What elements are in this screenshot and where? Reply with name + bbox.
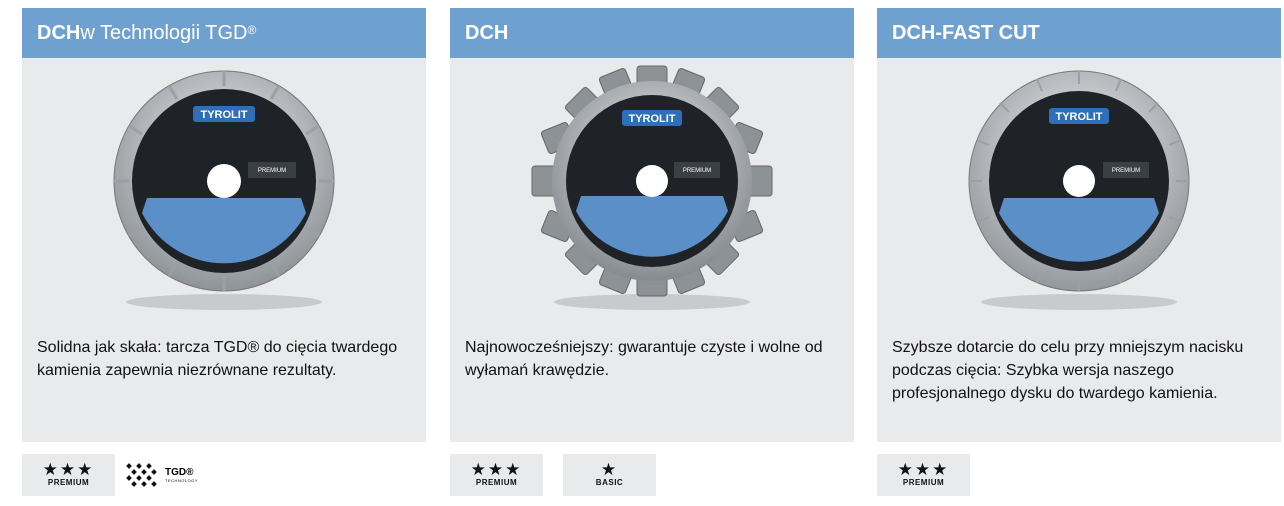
card-body: TYROLIT PREMIUM Solidna jak skała: tarcz… [22, 58, 426, 442]
card-title-bold: DCH [465, 21, 509, 44]
disc-shadow [126, 294, 322, 310]
tgd-label: TGD® [165, 466, 194, 478]
tier-label: PREMIUM [47, 478, 90, 487]
disc-brand-text: TYROLIT [1055, 111, 1102, 123]
star-rating: ★★★ [470, 460, 523, 479]
card-title-bold: DCH-FAST CUT [892, 21, 1040, 44]
product-card-dch-tgd[interactable]: DCH w Technologii TGD ® TYROLIT PREMIUM [22, 8, 426, 506]
disc-arbor-hole [207, 164, 241, 198]
product-disc-image: TYROLIT PREMIUM [113, 70, 335, 310]
badge-row: ★★★ PREMIUM ★ BASIC [450, 454, 854, 506]
product-description: Solidna jak skała: tarcza TGD® do cięcia… [37, 339, 398, 379]
card-title-rest: w Technologii TGD [80, 21, 248, 44]
disc-arbor-hole [1063, 165, 1095, 197]
disc-tier-text: PREMIUM [683, 168, 711, 174]
product-card-dch[interactable]: DCH TYROLIT PREMIUM Najnowocześniejszy: … [450, 8, 854, 506]
disc-tier-text: PREMIUM [258, 168, 286, 174]
card-body: TYROLIT PREMIUM Najnowocześniejszy: gwar… [450, 58, 854, 442]
tier-label: PREMIUM [475, 478, 518, 487]
badge-row: ★★★ PREMIUM TGD® TECHNOLOGY [22, 454, 426, 506]
tgd-sublabel: TECHNOLOGY [165, 477, 199, 483]
disc-arbor-hole [636, 165, 668, 197]
premium-badge: ★★★ PREMIUM [450, 454, 543, 496]
star-rating: ★★★ [42, 460, 95, 479]
product-description: Najnowocześniejszy: gwarantuje czyste i … [465, 339, 823, 379]
product-disc-image: TYROLIT PREMIUM [968, 70, 1190, 310]
product-description: Szybsze dotarcie do celu przy mniejszym … [892, 339, 1244, 402]
product-card-dch-fast-cut[interactable]: DCH-FAST CUT TYROLIT PREMIUM Szybsze dot… [877, 8, 1281, 506]
card-body: TYROLIT PREMIUM Szybsze dotarcie do celu… [877, 58, 1281, 442]
tier-label: BASIC [595, 478, 624, 487]
registered-mark: ® [247, 23, 257, 37]
tgd-pattern-icon [126, 463, 157, 487]
card-header[interactable]: DCH [450, 8, 854, 58]
tgd-technology-badge: TGD® TECHNOLOGY [125, 454, 235, 496]
disc-tier-text: PREMIUM [1112, 168, 1140, 174]
product-disc-image: TYROLIT PREMIUM [531, 65, 773, 310]
card-title-bold: DCH [37, 21, 81, 44]
premium-badge: ★★★ PREMIUM [22, 454, 115, 496]
disc-brand-text: TYROLIT [628, 113, 675, 125]
disc-brand-text: TYROLIT [200, 109, 247, 121]
star-rating: ★★★ [897, 460, 950, 479]
tier-label: PREMIUM [902, 478, 945, 487]
badge-row: ★★★ PREMIUM [877, 454, 1281, 506]
basic-badge: ★ BASIC [563, 454, 656, 496]
premium-badge: ★★★ PREMIUM [877, 454, 970, 496]
disc-shadow [981, 294, 1177, 310]
star-rating: ★ [600, 460, 619, 479]
card-header[interactable]: DCH w Technologii TGD ® [22, 8, 426, 58]
card-header[interactable]: DCH-FAST CUT [877, 8, 1281, 58]
